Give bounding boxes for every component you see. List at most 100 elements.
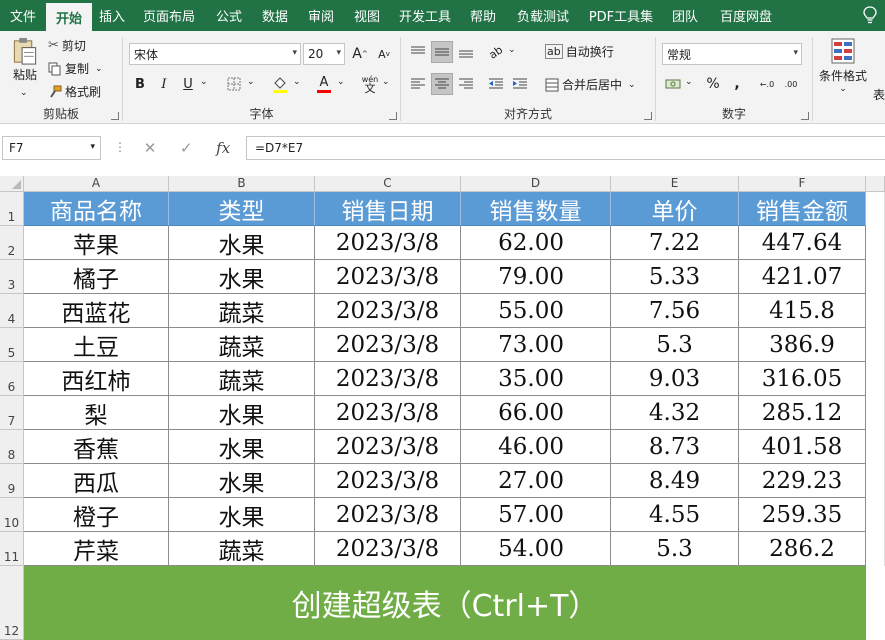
table-cell[interactable]: 2023/3/8: [315, 294, 461, 328]
table-cell[interactable]: 水果: [169, 464, 315, 498]
alignment-launcher-icon[interactable]: [644, 112, 652, 120]
table-header-cell[interactable]: 销售数量: [461, 192, 611, 226]
column-header-d[interactable]: D: [461, 176, 611, 192]
table-cell[interactable]: 27.00: [461, 464, 611, 498]
tab-10[interactable]: 负载测试: [506, 0, 580, 31]
row-header-10[interactable]: 10: [0, 498, 24, 532]
row-header-3[interactable]: 3: [0, 260, 24, 294]
table-cell[interactable]: 2023/3/8: [315, 532, 461, 566]
phonetic-dropdown-arrow[interactable]: ⌄: [382, 77, 390, 87]
spreadsheet-grid[interactable]: 创建超级表（Ctrl+T） A B C D E F 1 2 3 4 5 6 7 8 9 10 11 12 商品名称类…: [0, 176, 885, 640]
number-launcher-icon[interactable]: [801, 112, 809, 120]
row-header-5[interactable]: 5: [0, 328, 24, 362]
tab-3[interactable]: 页面布局: [132, 0, 206, 31]
align-center-button[interactable]: [431, 73, 453, 95]
insert-function-icon[interactable]: fx: [216, 139, 230, 157]
align-bottom-button[interactable]: [455, 41, 477, 63]
increase-indent-button[interactable]: [509, 73, 531, 95]
table-cell[interactable]: 9.03: [611, 362, 739, 396]
row-header-4[interactable]: 4: [0, 294, 24, 328]
table-cell[interactable]: 蔬菜: [169, 532, 315, 566]
table-cell[interactable]: 229.23: [739, 464, 866, 498]
table-cell[interactable]: 水果: [169, 260, 315, 294]
table-cell[interactable]: 2023/3/8: [315, 464, 461, 498]
tab-5[interactable]: 数据: [252, 0, 298, 31]
table-header-cell[interactable]: 单价: [611, 192, 739, 226]
conditional-format-button[interactable]: 条件格式 ⌄: [819, 37, 867, 94]
table-cell[interactable]: 79.00: [461, 260, 611, 294]
row-header-1[interactable]: 1: [0, 192, 24, 226]
table-cell[interactable]: 4.32: [611, 396, 739, 430]
table-cell[interactable]: 2023/3/8: [315, 328, 461, 362]
table-cell[interactable]: 8.73: [611, 430, 739, 464]
number-format-select[interactable]: 常规 ▾: [662, 43, 802, 65]
tab-13[interactable]: 百度网盘: [708, 0, 784, 31]
copy-button[interactable]: 复制 ⌄: [48, 60, 103, 77]
clipboard-launcher-icon[interactable]: [111, 112, 119, 120]
table-cell[interactable]: 2023/3/8: [315, 260, 461, 294]
font-color-dropdown-arrow[interactable]: ⌄: [337, 77, 345, 87]
table-header-cell[interactable]: 销售日期: [315, 192, 461, 226]
table-header-cell[interactable]: 销售金额: [739, 192, 866, 226]
column-header-e[interactable]: E: [611, 176, 739, 192]
table-cell[interactable]: 8.49: [611, 464, 739, 498]
table-cell[interactable]: 55.00: [461, 294, 611, 328]
column-header-g[interactable]: [866, 176, 885, 192]
table-cell[interactable]: 7.22: [611, 226, 739, 260]
row-header-11[interactable]: 11: [0, 532, 24, 566]
table-cell[interactable]: 259.35: [739, 498, 866, 532]
cut-button[interactable]: ✂ 剪切: [48, 37, 86, 54]
tab-8[interactable]: 开发工具: [390, 0, 460, 31]
format-painter-button[interactable]: 格式刷: [48, 83, 101, 100]
table-cell[interactable]: 285.12: [739, 396, 866, 430]
enter-icon[interactable]: ✓: [180, 139, 193, 157]
table-cell[interactable]: 415.8: [739, 294, 866, 328]
table-cell[interactable]: 35.00: [461, 362, 611, 396]
fill-color-dropdown-arrow[interactable]: ⌄: [293, 77, 301, 87]
table-cell[interactable]: 4.55: [611, 498, 739, 532]
table-cell[interactable]: 66.00: [461, 396, 611, 430]
table-cell[interactable]: 2023/3/8: [315, 498, 461, 532]
table-cell[interactable]: 土豆: [24, 328, 169, 362]
bold-button[interactable]: B: [129, 73, 151, 95]
font-size-select[interactable]: 20 ▾: [303, 43, 345, 65]
accounting-dropdown-arrow[interactable]: ⌄: [685, 77, 693, 87]
underline-button[interactable]: U: [177, 73, 199, 95]
align-middle-button[interactable]: [431, 41, 453, 63]
fill-color-button[interactable]: [269, 73, 291, 95]
align-right-button[interactable]: [455, 73, 477, 95]
decrease-decimal-button[interactable]: .00: [780, 73, 802, 95]
tab-6[interactable]: 审阅: [298, 0, 344, 31]
table-cell[interactable]: 5.33: [611, 260, 739, 294]
formula-input[interactable]: =D7*E7: [246, 136, 885, 160]
table-cell[interactable]: 水果: [169, 430, 315, 464]
table-cell[interactable]: 水果: [169, 396, 315, 430]
tab-11[interactable]: PDF工具集: [580, 0, 662, 31]
wrap-text-button[interactable]: ab 自动换行: [545, 43, 614, 60]
table-cell[interactable]: 62.00: [461, 226, 611, 260]
table-cell[interactable]: 西蓝花: [24, 294, 169, 328]
table-cell[interactable]: 蔬菜: [169, 362, 315, 396]
table-cell[interactable]: 447.64: [739, 226, 866, 260]
table-cell[interactable]: 2023/3/8: [315, 362, 461, 396]
table-cell[interactable]: 286.2: [739, 532, 866, 566]
table-cell[interactable]: 橙子: [24, 498, 169, 532]
table-cell[interactable]: 46.00: [461, 430, 611, 464]
table-cell[interactable]: 386.9: [739, 328, 866, 362]
column-header-b[interactable]: B: [169, 176, 315, 192]
table-cell[interactable]: 水果: [169, 498, 315, 532]
table-cell[interactable]: 2023/3/8: [315, 430, 461, 464]
grow-font-button[interactable]: A ^: [349, 43, 371, 65]
percent-style-button[interactable]: %: [702, 73, 724, 95]
table-cell[interactable]: 香蕉: [24, 430, 169, 464]
table-cell[interactable]: 苹果: [24, 226, 169, 260]
table-header-cell[interactable]: 类型: [169, 192, 315, 226]
orientation-button[interactable]: ab: [485, 41, 507, 63]
borders-dropdown-arrow[interactable]: ⌄: [247, 77, 255, 87]
row-header-7[interactable]: 7: [0, 396, 24, 430]
copy-dropdown-arrow[interactable]: ⌄: [95, 64, 103, 74]
table-cell[interactable]: 西红柿: [24, 362, 169, 396]
underline-dropdown-arrow[interactable]: ⌄: [200, 77, 208, 87]
paste-button[interactable]: 粘贴: [8, 37, 42, 83]
font-name-select[interactable]: 宋体 ▾: [129, 43, 301, 65]
